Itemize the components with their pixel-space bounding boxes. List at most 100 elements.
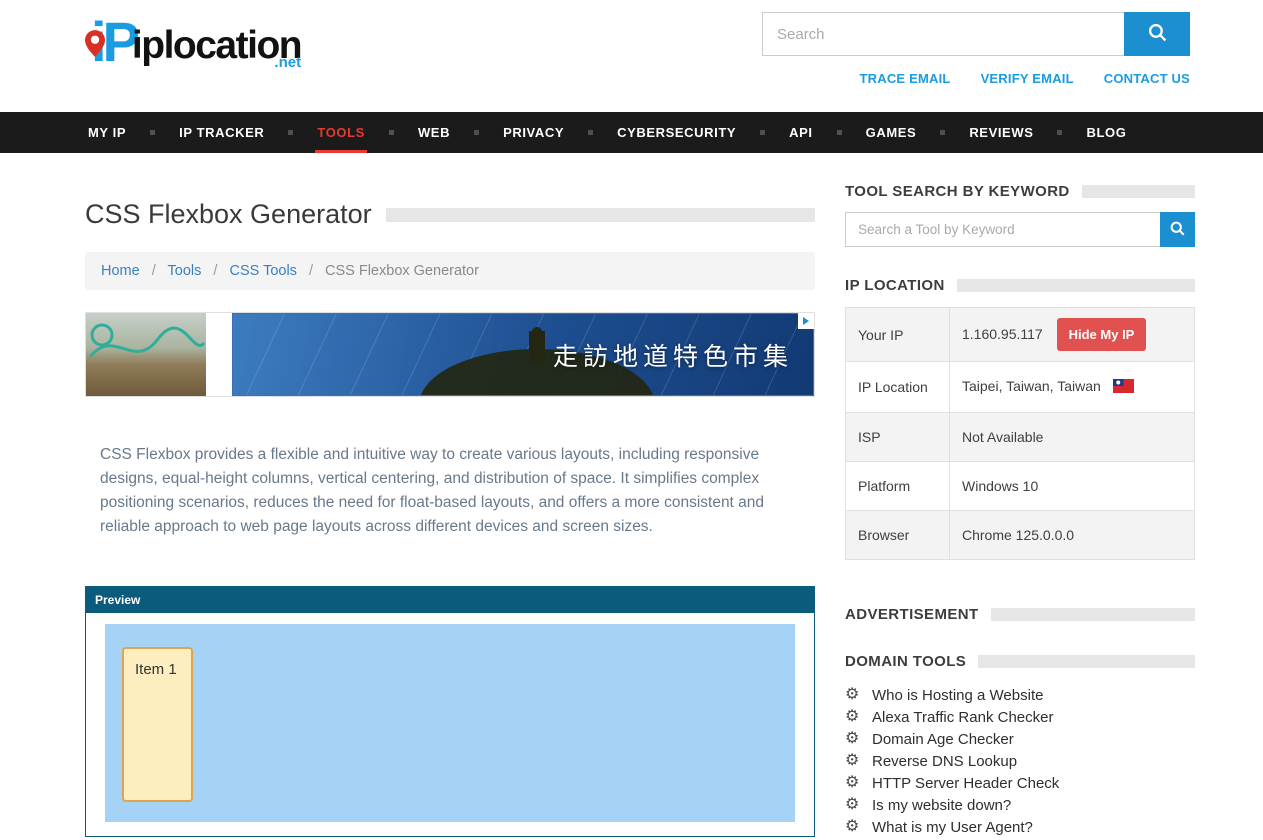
- domain-tools-heading-row: DOMAIN TOOLS: [845, 653, 1195, 670]
- table-row: ISP Not Available: [846, 413, 1195, 462]
- domain-tool-link-reverse-dns[interactable]: ⚙ Reverse DNS Lookup: [845, 750, 1195, 772]
- ad-photo-panel: [86, 313, 206, 396]
- hide-my-ip-button[interactable]: Hide My IP: [1057, 318, 1147, 351]
- domain-tool-link-domain-age[interactable]: ⚙ Domain Age Checker: [845, 728, 1195, 750]
- gear-icon: ⚙: [845, 731, 872, 747]
- search-input[interactable]: [762, 12, 1124, 56]
- tool-search-heading-row: TOOL SEARCH BY KEYWORD: [845, 183, 1195, 200]
- nav-separator: [588, 130, 593, 135]
- domain-tool-label: Reverse DNS Lookup: [872, 753, 1017, 770]
- ip-row-label: IP Location: [846, 362, 950, 413]
- nav-item-privacy[interactable]: PRIVACY: [501, 112, 566, 153]
- search-button[interactable]: [1124, 12, 1190, 56]
- ip-row-label: Platform: [846, 462, 950, 511]
- ad-banner[interactable]: 走訪地道特色市集: [85, 312, 815, 397]
- nav-item-cybersecurity[interactable]: CYBERSECURITY: [615, 112, 738, 153]
- breadcrumb-current: CSS Flexbox Generator: [325, 263, 479, 279]
- domain-tools-list: ⚙ Who is Hosting a Website ⚙ Alexa Traff…: [845, 684, 1195, 838]
- title-row: CSS Flexbox Generator: [85, 199, 815, 230]
- logo-mark: iP: [85, 12, 136, 72]
- gear-icon: ⚙: [845, 687, 872, 703]
- breadcrumb-home[interactable]: Home: [101, 263, 140, 279]
- ad-squiggle-graphic: [86, 313, 206, 396]
- header-links: TRACE EMAIL VERIFY EMAIL CONTACT US: [860, 71, 1190, 86]
- domain-tool-label: HTTP Server Header Check: [872, 775, 1059, 792]
- domain-tools-heading: DOMAIN TOOLS: [845, 653, 966, 670]
- logo-tld: .net: [274, 42, 301, 84]
- advertisement-heading: ADVERTISEMENT: [845, 606, 979, 623]
- link-trace-email[interactable]: TRACE EMAIL: [860, 71, 951, 86]
- nav-separator: [837, 130, 842, 135]
- ip-row-label: Your IP: [846, 308, 950, 362]
- link-verify-email[interactable]: VERIFY EMAIL: [981, 71, 1074, 86]
- breadcrumb-tools[interactable]: Tools: [168, 263, 202, 279]
- ad-headline: 走訪地道特色市集: [553, 337, 793, 373]
- nav-item-blog[interactable]: BLOG: [1084, 112, 1128, 153]
- domain-tool-link-hosting[interactable]: ⚙ Who is Hosting a Website: [845, 684, 1195, 706]
- your-ip-value: 1.160.95.117: [962, 326, 1043, 342]
- heading-decorative-bar: [991, 608, 1195, 621]
- gear-icon: ⚙: [845, 753, 872, 769]
- link-contact-us[interactable]: CONTACT US: [1104, 71, 1190, 86]
- nav-item-ip-tracker[interactable]: IP TRACKER: [177, 112, 266, 153]
- heading-decorative-bar: [978, 655, 1195, 668]
- table-row: Platform Windows 10: [846, 462, 1195, 511]
- map-pin-icon: [85, 8, 105, 68]
- sidebar: TOOL SEARCH BY KEYWORD IP LOCATION Your …: [845, 183, 1195, 838]
- domain-tool-label: What is my User Agent?: [872, 819, 1033, 836]
- ip-location-heading: IP LOCATION: [845, 277, 945, 294]
- gear-icon: ⚙: [845, 709, 872, 725]
- nav-separator: [940, 130, 945, 135]
- page-title: CSS Flexbox Generator: [85, 199, 372, 230]
- ip-location-value: Taipei, Taiwan, Taiwan: [962, 378, 1101, 394]
- flex-preview-container: Item 1: [105, 624, 795, 822]
- site-logo[interactable]: iP iplocation .net: [85, 12, 301, 72]
- breadcrumb: Home / Tools / CSS Tools / CSS Flexbox G…: [85, 252, 815, 290]
- gear-icon: ⚙: [845, 797, 872, 813]
- ip-info-table: Your IP 1.160.95.117 Hide My IP IP Locat…: [845, 307, 1195, 560]
- nav-item-api[interactable]: API: [787, 112, 814, 153]
- heading-decorative-bar: [1082, 185, 1195, 198]
- breadcrumb-css-tools[interactable]: CSS Tools: [229, 263, 296, 279]
- domain-tool-link-user-agent[interactable]: ⚙ What is my User Agent?: [845, 816, 1195, 838]
- tool-search: [845, 212, 1195, 247]
- nav-item-tools[interactable]: TOOLS: [315, 112, 367, 153]
- gear-icon: ⚙: [845, 775, 872, 791]
- main-nav: MY IP IP TRACKER TOOLS WEB PRIVACY CYBER…: [0, 112, 1263, 153]
- preview-body: Item 1: [86, 613, 814, 836]
- domain-tool-label: Domain Age Checker: [872, 731, 1014, 748]
- breadcrumb-separator: /: [152, 263, 156, 279]
- nav-item-reviews[interactable]: REVIEWS: [967, 112, 1035, 153]
- ip-row-label: ISP: [846, 413, 950, 462]
- nav-separator: [288, 130, 293, 135]
- nav-separator: [150, 130, 155, 135]
- heading-decorative-bar: [957, 279, 1195, 292]
- domain-tool-link-alexa-rank[interactable]: ⚙ Alexa Traffic Rank Checker: [845, 706, 1195, 728]
- ip-row-value-cell: 1.160.95.117 Hide My IP: [950, 308, 1195, 362]
- nav-separator: [389, 130, 394, 135]
- breadcrumb-separator: /: [309, 263, 313, 279]
- isp-value: Not Available: [950, 413, 1195, 462]
- domain-tool-label: Alexa Traffic Rank Checker: [872, 709, 1053, 726]
- gear-icon: ⚙: [845, 819, 872, 835]
- table-row: IP Location Taipei, Taiwan, Taiwan: [846, 362, 1195, 413]
- domain-tool-link-website-down[interactable]: ⚙ Is my website down?: [845, 794, 1195, 816]
- top-header: iP iplocation .net TRACE EMAIL VERIFY EM…: [0, 0, 1263, 112]
- nav-item-games[interactable]: GAMES: [864, 112, 919, 153]
- page-content: CSS Flexbox Generator Home / Tools / CSS…: [0, 153, 1263, 838]
- domain-tool-link-http-header[interactable]: ⚙ HTTP Server Header Check: [845, 772, 1195, 794]
- tool-search-button[interactable]: [1160, 212, 1195, 247]
- nav-item-web[interactable]: WEB: [416, 112, 452, 153]
- platform-value: Windows 10: [950, 462, 1195, 511]
- flex-preview-item[interactable]: Item 1: [122, 647, 193, 802]
- logo-text: iplocation .net: [132, 25, 301, 67]
- search-icon: [1170, 221, 1185, 239]
- ip-row-value-cell: Taipei, Taiwan, Taiwan: [950, 362, 1195, 413]
- tool-search-input[interactable]: [845, 212, 1160, 247]
- search-icon: [1148, 23, 1167, 45]
- ip-location-heading-row: IP LOCATION: [845, 277, 1195, 294]
- domain-tool-label: Who is Hosting a Website: [872, 687, 1043, 704]
- adchoices-icon[interactable]: [798, 313, 814, 329]
- header-search: [762, 12, 1190, 56]
- nav-item-my-ip[interactable]: MY IP: [86, 112, 128, 153]
